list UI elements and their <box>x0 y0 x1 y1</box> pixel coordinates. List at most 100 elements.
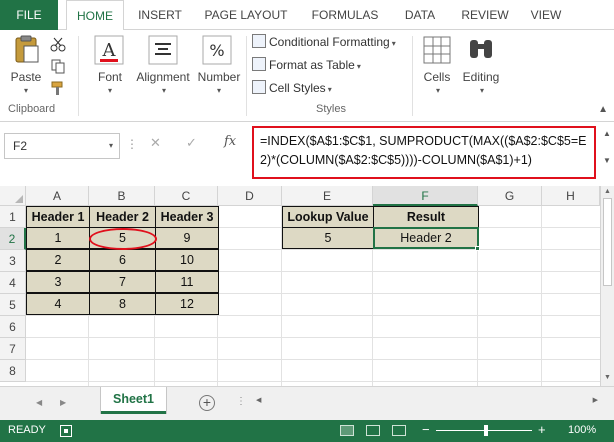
row-header-3[interactable]: 3 <box>0 250 26 272</box>
paste-button[interactable]: Paste <box>8 70 44 84</box>
result-cell[interactable]: Header 2 <box>373 227 479 249</box>
status-bar: READY − + 100% <box>0 420 614 442</box>
page-break-view-icon[interactable] <box>392 425 406 436</box>
cells-button[interactable]: Cells <box>418 70 456 84</box>
tab-formulas[interactable]: FORMULAS <box>304 0 386 30</box>
sheet-next-icon[interactable]: ▶ <box>60 398 66 407</box>
formula-bar-expand-icon[interactable]: ▲ ▼ <box>602 129 612 177</box>
fill-handle[interactable] <box>475 246 480 251</box>
zoom-slider-thumb[interactable] <box>484 425 488 436</box>
font-icon[interactable]: A <box>92 34 126 66</box>
tab-file[interactable]: FILE <box>0 0 58 30</box>
enter-icon[interactable]: ✓ <box>186 135 197 151</box>
tab-view[interactable]: VIEW <box>522 0 570 30</box>
name-box-dropdown-icon[interactable]: ▾ <box>109 134 113 158</box>
conditional-formatting-button[interactable]: Conditional Formatting ▾ <box>252 32 396 52</box>
number-dropdown-icon[interactable]: ▾ <box>217 86 221 95</box>
column-header-e[interactable]: E <box>282 186 373 206</box>
sheet-tab-sheet1[interactable]: Sheet1 <box>101 387 166 414</box>
paste-dropdown-icon[interactable]: ▾ <box>24 86 28 95</box>
font-button[interactable]: Font <box>90 70 130 84</box>
table-cell[interactable]: 11 <box>155 271 219 293</box>
zoom-out-icon[interactable]: − <box>422 422 430 437</box>
paste-icon[interactable] <box>10 34 44 66</box>
add-sheet-icon[interactable]: + <box>199 395 215 411</box>
row-header-8[interactable]: 8 <box>0 360 26 382</box>
horizontal-scrollbar[interactable]: ◀ ▶ <box>254 396 600 410</box>
name-box[interactable]: F2 ▾ <box>4 133 120 159</box>
alignment-button[interactable]: Alignment <box>130 70 196 84</box>
format-as-table-button[interactable]: Format as Table ▾ <box>252 55 361 75</box>
table-cell[interactable]: 9 <box>155 227 219 249</box>
cells-icon[interactable] <box>420 34 454 66</box>
cell-styles-button[interactable]: Cell Styles ▾ <box>252 78 332 98</box>
table-cell[interactable]: 1 <box>26 227 90 249</box>
table-header-3[interactable]: Header 3 <box>155 206 219 228</box>
normal-view-icon[interactable] <box>340 425 354 436</box>
alignment-dropdown-icon[interactable]: ▾ <box>162 86 166 95</box>
row-header-1[interactable]: 1 <box>0 206 26 228</box>
formula-bar-resize-icon[interactable]: ⋮ <box>126 137 138 151</box>
table-cell[interactable]: 3 <box>26 271 90 293</box>
vertical-scrollbar[interactable]: ▲ ▼ <box>600 186 614 386</box>
lookup-value-cell[interactable]: 5 <box>282 227 374 249</box>
table-cell[interactable]: 2 <box>26 249 90 271</box>
table-cell[interactable]: 12 <box>155 293 219 315</box>
tab-insert[interactable]: INSERT <box>128 0 192 30</box>
editing-dropdown-icon[interactable]: ▾ <box>480 86 484 95</box>
font-dropdown-icon[interactable]: ▾ <box>108 86 112 95</box>
lookup-value-header[interactable]: Lookup Value <box>282 206 374 228</box>
column-header-d[interactable]: D <box>218 186 282 206</box>
number-format-icon[interactable]: % <box>200 34 234 66</box>
formula-bar: F2 ▾ ⋮ ✕ ✓ fx =INDEX($A$1:$C$1, SUMPRODU… <box>0 123 614 183</box>
table-header-2[interactable]: Header 2 <box>89 206 156 228</box>
cut-icon[interactable] <box>50 36 66 52</box>
table-cell[interactable]: 4 <box>26 293 90 315</box>
cancel-icon[interactable]: ✕ <box>150 135 161 151</box>
scroll-down-icon[interactable]: ▼ <box>601 374 614 381</box>
insert-function-icon[interactable]: fx <box>224 134 236 149</box>
tab-data[interactable]: DATA <box>394 0 446 30</box>
table-cell[interactable]: 10 <box>155 249 219 271</box>
row-header-4[interactable]: 4 <box>0 272 26 294</box>
copy-icon[interactable] <box>50 58 66 74</box>
table-cell[interactable]: 8 <box>89 293 156 315</box>
number-button[interactable]: Number <box>194 70 244 84</box>
row-header-2[interactable]: 2 <box>0 228 26 250</box>
column-header-a[interactable]: A <box>26 186 89 206</box>
binoculars-icon[interactable] <box>464 34 498 66</box>
column-header-f[interactable]: F <box>373 186 478 206</box>
collapse-ribbon-icon[interactable]: ▲ <box>598 104 608 115</box>
cells-dropdown-icon[interactable]: ▾ <box>436 86 440 95</box>
select-all-button[interactable] <box>0 186 26 206</box>
editing-button[interactable]: Editing <box>458 70 504 84</box>
tab-home[interactable]: HOME <box>66 0 124 31</box>
column-header-c[interactable]: C <box>155 186 218 206</box>
sheet-prev-icon[interactable]: ◀ <box>36 398 42 407</box>
column-header-b[interactable]: B <box>89 186 155 206</box>
formula-input[interactable]: =INDEX($A$1:$C$1, SUMPRODUCT(MAX(($A$2:$… <box>252 126 596 179</box>
table-cell[interactable]: 7 <box>89 271 156 293</box>
conditional-formatting-icon <box>252 34 266 48</box>
zoom-level[interactable]: 100% <box>568 424 596 436</box>
alignment-icon[interactable] <box>146 34 180 66</box>
scroll-left-icon[interactable]: ◀ <box>256 396 261 404</box>
row-header-5[interactable]: 5 <box>0 294 26 316</box>
row-header-7[interactable]: 7 <box>0 338 26 360</box>
tab-review[interactable]: REVIEW <box>454 0 516 30</box>
table-header-1[interactable]: Header 1 <box>26 206 90 228</box>
column-header-h[interactable]: H <box>542 186 600 206</box>
row-header-6[interactable]: 6 <box>0 316 26 338</box>
format-painter-icon[interactable] <box>50 80 66 96</box>
result-header[interactable]: Result <box>373 206 479 228</box>
zoom-in-icon[interactable]: + <box>538 422 546 437</box>
macro-record-icon[interactable] <box>60 425 72 437</box>
table-cell[interactable]: 6 <box>89 249 156 271</box>
vertical-scroll-thumb[interactable] <box>603 198 612 286</box>
page-layout-view-icon[interactable] <box>366 425 380 436</box>
tab-page-layout[interactable]: PAGE LAYOUT <box>198 0 294 30</box>
scroll-up-icon[interactable]: ▲ <box>601 188 614 195</box>
scroll-right-icon[interactable]: ▶ <box>593 396 598 404</box>
column-header-g[interactable]: G <box>478 186 542 206</box>
tab-split-icon[interactable]: ⋮ <box>236 396 246 407</box>
